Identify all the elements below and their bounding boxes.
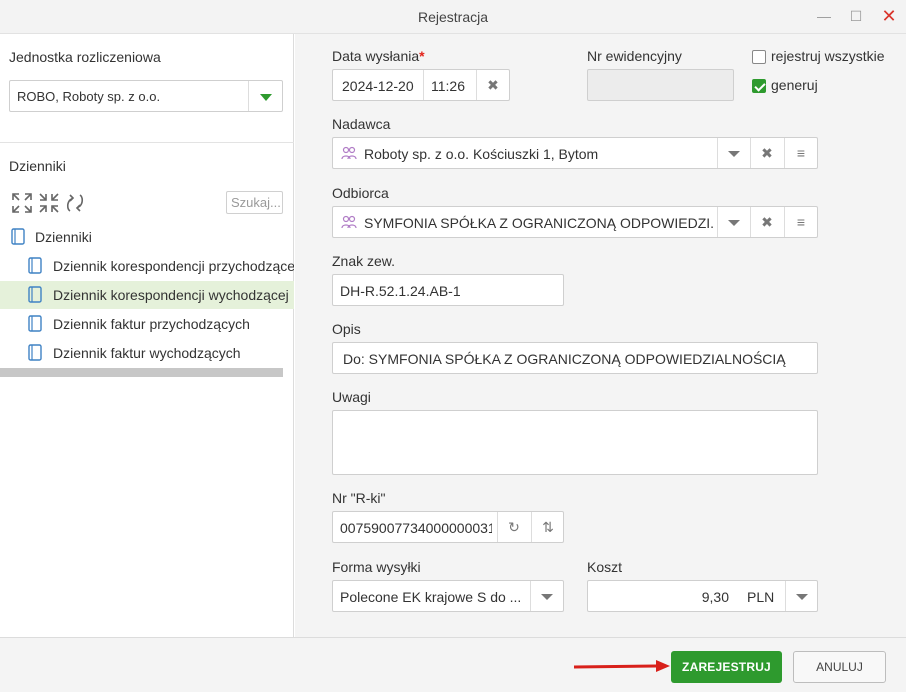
chevron-down-icon[interactable]	[728, 151, 740, 157]
tree-item-label: Dziennik korespondencji przychodzące	[53, 258, 294, 274]
description-label: Opis	[332, 321, 361, 337]
cancel-button[interactable]: ANULUJ	[793, 651, 886, 683]
unit-select-value: ROBO, Roboty sp. z o.o.	[17, 89, 161, 104]
register-button[interactable]: ZAREJESTRUJ	[671, 651, 782, 683]
dialog-footer: ZAREJESTRUJ ANULUJ	[0, 637, 906, 692]
regenerate-icon[interactable]: ↻	[498, 512, 530, 542]
chevron-down-icon[interactable]	[728, 220, 740, 226]
chevron-down-icon[interactable]	[796, 594, 808, 600]
window-title: Rejestracja	[417, 9, 489, 25]
refresh-icon[interactable]	[64, 192, 86, 214]
recipient-value: SYMFONIA SPÓŁKA Z OGRANICZONĄ ODPOWIEDZI…	[364, 215, 714, 231]
journals-label: Dzienniki	[9, 158, 66, 174]
send-date-label: Data wysłania*	[332, 48, 425, 64]
rki-input[interactable]: 00759007734000000031	[340, 520, 492, 536]
divider	[0, 142, 294, 143]
horizontal-scrollbar[interactable]	[0, 368, 283, 377]
shipping-select[interactable]: Polecone EK krajowe S do ...	[332, 580, 564, 612]
journal-icon	[28, 344, 42, 361]
generate-label: generuj	[771, 77, 818, 93]
red-arrow-annotation	[573, 660, 670, 672]
clear-icon[interactable]: ✖	[477, 70, 509, 100]
tree-root-label: Dzienniki	[35, 229, 92, 245]
recipient-select[interactable]: SYMFONIA SPÓŁKA Z OGRANICZONĄ ODPOWIEDZI…	[332, 206, 818, 238]
sender-label: Nadawca	[332, 116, 391, 132]
menu-icon[interactable]: ≡	[785, 138, 817, 168]
journal-icon	[28, 257, 42, 274]
send-date-input[interactable]: 2024-12-20	[342, 78, 414, 94]
tree-item[interactable]: Dziennik faktur przychodzących	[0, 310, 294, 338]
rki-label: Nr "R-ki"	[332, 490, 386, 506]
register-all-label: rejestruj wszystkie	[771, 48, 885, 64]
unit-label: Jednostka rozliczeniowa	[9, 49, 161, 65]
menu-icon[interactable]: ≡	[785, 207, 817, 237]
minimize-icon[interactable]: —	[814, 6, 834, 26]
tree-item-label: Dziennik faktur przychodzących	[53, 316, 250, 332]
clear-icon[interactable]: ✖	[751, 138, 783, 168]
shipping-value: Polecone EK krajowe S do ...	[340, 589, 520, 605]
ext-mark-input[interactable]: DH-R.52.1.24.AB-1	[332, 274, 564, 306]
sender-select[interactable]: Roboty sp. z o.o. Kościuszki 1, Bytom ✖ …	[332, 137, 818, 169]
window-titlebar: Rejestracja — ☐ ✕	[0, 0, 906, 34]
chevron-down-icon[interactable]	[260, 94, 272, 101]
notes-textarea[interactable]	[332, 410, 818, 475]
rki-field: 00759007734000000031 ↻ ⇅	[332, 511, 564, 543]
journal-icon	[11, 228, 25, 245]
clear-icon[interactable]: ✖	[751, 207, 783, 237]
contractor-icon	[341, 146, 357, 160]
send-time-input[interactable]: 11:26	[431, 78, 465, 94]
tree-item-label: Dziennik faktur wychodzących	[53, 345, 241, 361]
cost-field: 9,30 PLN	[587, 580, 818, 612]
register-all-checkbox[interactable]	[752, 50, 766, 64]
journal-icon	[28, 315, 42, 332]
contractor-icon	[341, 215, 357, 229]
tree-item[interactable]: Dziennik korespondencji przychodzące	[0, 252, 294, 280]
expand-all-icon[interactable]	[11, 192, 33, 214]
send-datetime-field: 2024-12-20 11:26 ✖	[332, 69, 510, 101]
close-icon[interactable]: ✕	[879, 6, 899, 26]
description-input[interactable]: Do: SYMFONIA SPÓŁKA Z OGRANICZONĄ ODPOWI…	[332, 342, 818, 374]
tree-item-selected[interactable]: Dziennik korespondencji wychodzącej	[0, 281, 294, 309]
shipping-label: Forma wysyłki	[332, 559, 421, 575]
form-pane: Data wysłania* 2024-12-20 11:26 ✖ Nr ewi…	[295, 34, 906, 637]
cost-label: Koszt	[587, 559, 623, 575]
chevron-down-icon[interactable]	[541, 594, 553, 600]
cost-input[interactable]: 9,30	[702, 589, 729, 605]
journal-icon	[28, 286, 42, 303]
maximize-icon[interactable]: ☐	[846, 6, 866, 26]
collapse-all-icon[interactable]	[38, 192, 60, 214]
notes-label: Uwagi	[332, 389, 371, 405]
unit-select[interactable]: ROBO, Roboty sp. z o.o.	[9, 80, 283, 112]
sender-value: Roboty sp. z o.o. Kościuszki 1, Bytom	[364, 146, 599, 162]
sort-arrows-icon[interactable]: ⇅	[532, 512, 564, 542]
tree-item[interactable]: Dziennik faktur wychodzących	[0, 339, 294, 367]
tree-root[interactable]: Dzienniki	[0, 223, 294, 251]
reg-number-input	[587, 69, 734, 101]
recipient-label: Odbiorca	[332, 185, 389, 201]
left-pane: Jednostka rozliczeniowa ROBO, Roboty sp.…	[0, 34, 294, 637]
ext-mark-label: Znak zew.	[332, 253, 396, 269]
reg-number-label: Nr ewidencyjny	[587, 48, 682, 64]
currency-value[interactable]: PLN	[747, 589, 774, 605]
tree-item-label: Dziennik korespondencji wychodzącej	[53, 287, 289, 303]
generate-checkbox[interactable]	[752, 79, 766, 93]
journal-search-input[interactable]: Szukaj...	[226, 191, 283, 214]
